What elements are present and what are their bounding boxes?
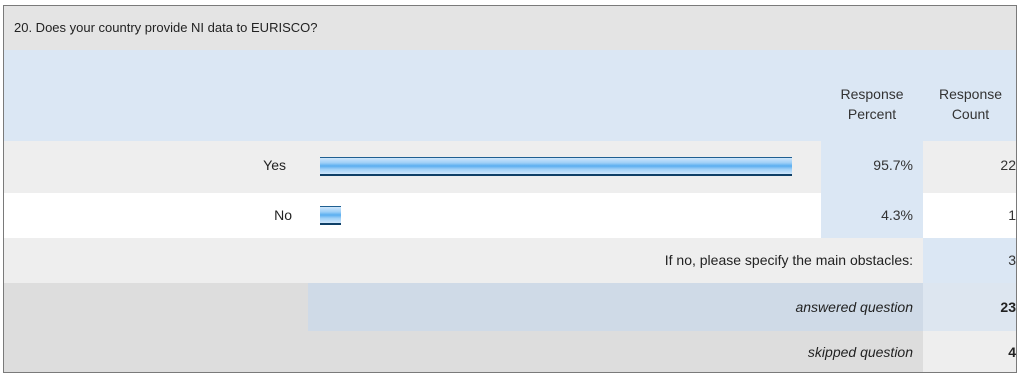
answer-count-cell: 1 bbox=[923, 193, 1016, 238]
summary-blank-cell bbox=[4, 331, 308, 372]
answer-count: 22 bbox=[1000, 157, 1016, 173]
answer-label-cell: No bbox=[4, 193, 314, 238]
answered-question-count: 23 bbox=[1000, 299, 1016, 315]
answered-question-row: answered question 23 bbox=[4, 283, 1016, 331]
skipped-question-count: 4 bbox=[1008, 344, 1016, 360]
answer-percent: 4.3% bbox=[881, 207, 913, 223]
other-count: 3 bbox=[1008, 252, 1016, 268]
question-title: 20. Does your country provide NI data to… bbox=[14, 20, 318, 35]
answered-count-cell: 23 bbox=[923, 283, 1016, 331]
answer-row-yes: Yes 95.7% 22 bbox=[4, 141, 1016, 193]
column-header-row: Response Percent Response Count bbox=[4, 50, 1016, 141]
other-count-cell: 3 bbox=[923, 238, 1016, 283]
response-count-header: Response Count bbox=[923, 50, 1016, 141]
answer-percent-cell: 95.7% bbox=[821, 141, 923, 193]
response-percent-header: Response Percent bbox=[821, 50, 923, 141]
question-title-bar: 20. Does your country provide NI data to… bbox=[4, 6, 1016, 50]
response-percent-label: Response Percent bbox=[840, 86, 904, 122]
summary-blank-cell bbox=[4, 283, 308, 331]
other-label-cell: If no, please specify the main obstacles… bbox=[4, 238, 923, 283]
survey-question-table: 20. Does your country provide NI data to… bbox=[3, 5, 1017, 373]
skipped-count-cell: 4 bbox=[923, 331, 1016, 372]
answer-bar-cell bbox=[314, 141, 821, 193]
response-bar bbox=[320, 157, 792, 176]
answer-count-cell: 22 bbox=[923, 141, 1016, 193]
answer-percent: 95.7% bbox=[873, 157, 913, 173]
response-count-label: Response Count bbox=[938, 86, 1003, 122]
answer-bar-cell bbox=[314, 193, 821, 238]
answer-percent-cell: 4.3% bbox=[821, 193, 923, 238]
answer-label: Yes bbox=[263, 157, 286, 173]
answer-label: No bbox=[274, 207, 292, 223]
answer-label-cell: Yes bbox=[4, 141, 314, 193]
answered-question-label: answered question bbox=[795, 299, 913, 315]
other-specify-link[interactable]: If no, please specify the main obstacles… bbox=[665, 252, 913, 268]
skipped-question-row: skipped question 4 bbox=[4, 331, 1016, 372]
answer-count: 1 bbox=[1008, 207, 1016, 223]
skipped-label-cell: skipped question bbox=[308, 331, 923, 372]
skipped-question-label: skipped question bbox=[807, 344, 913, 360]
response-bar bbox=[320, 206, 341, 225]
answered-label-cell: answered question bbox=[308, 283, 923, 331]
other-specify-row: If no, please specify the main obstacles… bbox=[4, 238, 1016, 283]
answer-row-no: No 4.3% 1 bbox=[4, 193, 1016, 238]
